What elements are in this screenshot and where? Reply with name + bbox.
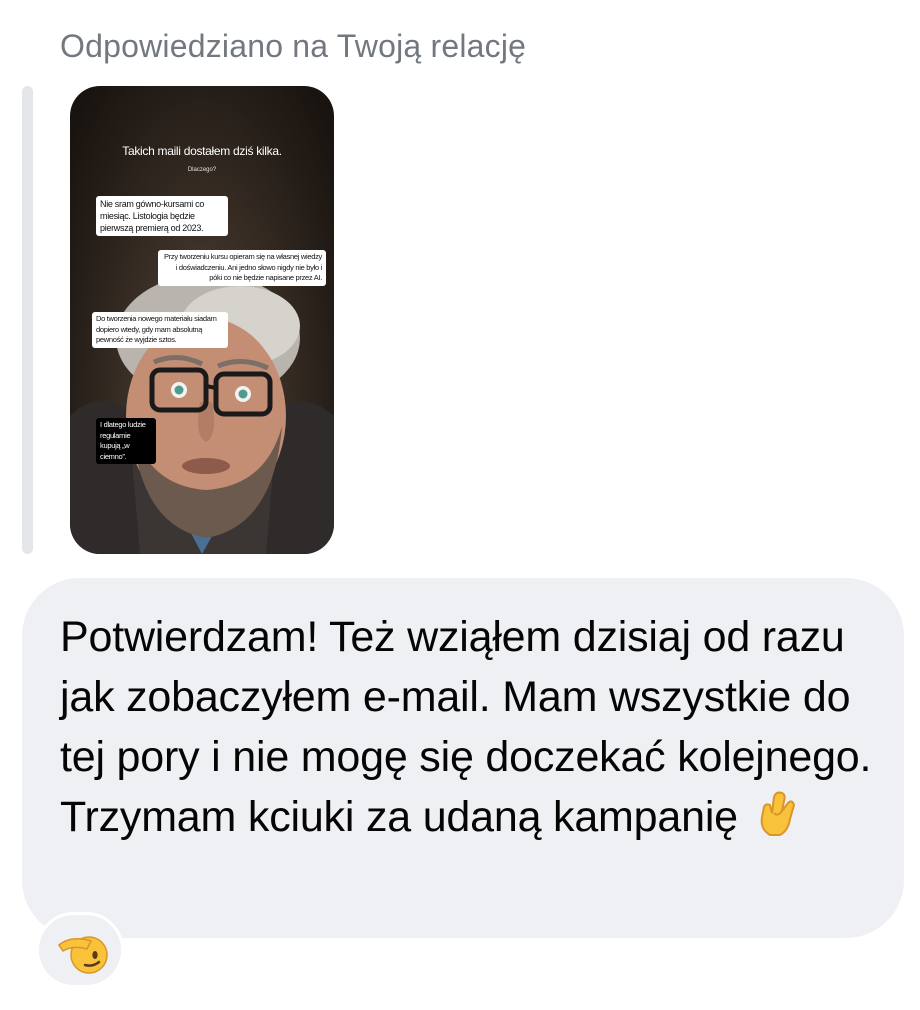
- story-title: Takich maili dostałem dziś kilka.: [122, 144, 282, 158]
- story-note: I dlatego ludzie regularnie kupują „w ci…: [96, 418, 156, 464]
- story-note: Nie sram gówno-kursami co miesiąc. Listo…: [96, 196, 228, 236]
- story-reply-header: Odpowiedziano na Twoją relację: [60, 28, 527, 64]
- story-note: Przy tworzeniu kursu opieram się na włas…: [158, 250, 326, 286]
- message-text: Potwierdzam! Też wziąłem dzisiaj od razu…: [60, 613, 872, 841]
- story-thumbnail[interactable]: Takich maili dostałem dziś kilka. Dlacze…: [70, 86, 334, 554]
- crossed-fingers-icon: [756, 789, 796, 853]
- story-note: Do tworzenia nowego materiału siadam dop…: [92, 312, 228, 348]
- quote-bar: [22, 86, 33, 554]
- story-subtitle: Dlaczego?: [187, 167, 217, 173]
- message-reaction[interactable]: [36, 912, 124, 988]
- message-body: Potwierdzam! Też wziąłem dzisiaj od razu…: [60, 607, 880, 853]
- message-thread: Odpowiedziano na Twoją relację Takich ma…: [0, 0, 920, 1010]
- saluting-face-icon: [58, 936, 108, 974]
